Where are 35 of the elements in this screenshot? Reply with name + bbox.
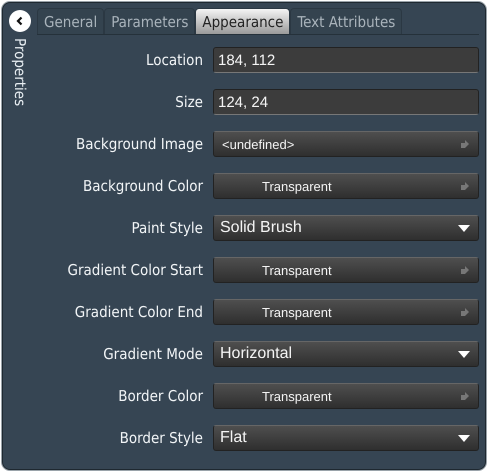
input-field[interactable]: 124, 24 bbox=[213, 89, 479, 115]
back-button[interactable] bbox=[9, 10, 31, 32]
property-label: Gradient Mode bbox=[102, 345, 204, 363]
tab[interactable]: Parameters bbox=[104, 8, 196, 34]
corner-icon bbox=[460, 139, 470, 149]
corner-icon bbox=[460, 265, 470, 275]
tab[interactable]: Text Attributes bbox=[290, 8, 402, 34]
corner-icon bbox=[460, 307, 470, 317]
dropdown-arrow-icon bbox=[458, 350, 470, 358]
property-label: Background Color bbox=[82, 177, 204, 195]
color-picker-button[interactable]: Transparent bbox=[213, 383, 479, 409]
corner-icon bbox=[460, 181, 470, 191]
property-label: Border Style bbox=[118, 429, 204, 447]
color-picker-button[interactable]: Transparent bbox=[213, 299, 479, 325]
dropdown[interactable]: Solid Brush bbox=[213, 215, 479, 241]
property-label: Paint Style bbox=[130, 219, 204, 237]
property-label: Location bbox=[144, 51, 204, 69]
input-field[interactable]: 184, 112 bbox=[213, 47, 479, 73]
dropdown[interactable]: Flat bbox=[213, 425, 479, 451]
panel-title: Properties bbox=[11, 38, 29, 106]
color-picker-button[interactable]: Transparent bbox=[213, 257, 479, 283]
tab[interactable]: Appearance bbox=[195, 8, 290, 34]
property-label: Gradient Color End bbox=[74, 303, 204, 321]
dropdown-arrow-icon bbox=[458, 224, 470, 232]
color-picker-button[interactable]: Transparent bbox=[213, 173, 479, 199]
image-picker-button[interactable]: <undefined> bbox=[213, 131, 479, 157]
property-label: Background Image bbox=[74, 135, 204, 153]
property-label: Size bbox=[174, 93, 204, 111]
property-label: Border Color bbox=[117, 387, 204, 405]
dropdown-arrow-icon bbox=[458, 434, 470, 442]
property-label: Gradient Color Start bbox=[66, 261, 204, 279]
back-icon bbox=[15, 16, 25, 26]
corner-icon bbox=[460, 391, 470, 401]
tab[interactable]: General bbox=[37, 8, 104, 34]
dropdown[interactable]: Horizontal bbox=[213, 341, 479, 367]
